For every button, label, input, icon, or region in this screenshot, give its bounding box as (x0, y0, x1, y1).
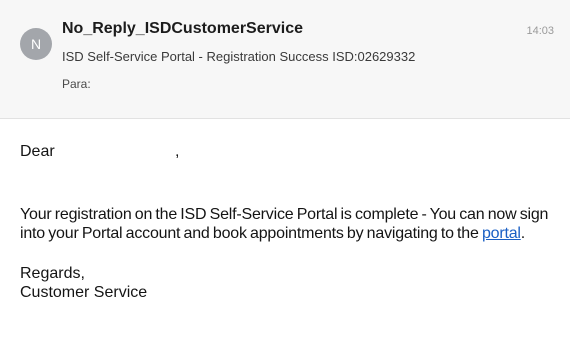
received-time: 14:03 (526, 25, 554, 37)
paragraph-text: Your registration on the ISD Self-Servic… (20, 206, 549, 242)
registration-paragraph: Your registration on the ISD Self-Servic… (20, 205, 555, 243)
email-body: Dear , Your registration on the ISD Self… (20, 142, 555, 302)
email-subject: ISD Self-Service Portal - Registration S… (62, 49, 416, 64)
signature-text: Customer Service (20, 284, 148, 301)
email-header: N No_Reply_ISDCustomerService ISD Self-S… (0, 0, 570, 119)
greeting-text: Dear (20, 143, 55, 160)
paragraph-end: . (520, 225, 526, 242)
closing-text: Regards, (20, 265, 85, 282)
greeting-comma: , (175, 143, 180, 160)
recipient-label: Para: (62, 77, 91, 91)
greeting-line: Dear , (20, 142, 555, 161)
portal-link[interactable]: portal (482, 225, 521, 242)
email-message-view: N No_Reply_ISDCustomerService ISD Self-S… (0, 0, 570, 343)
sender-name[interactable]: No_Reply_ISDCustomerService (62, 20, 303, 38)
sender-avatar: N (20, 28, 52, 60)
